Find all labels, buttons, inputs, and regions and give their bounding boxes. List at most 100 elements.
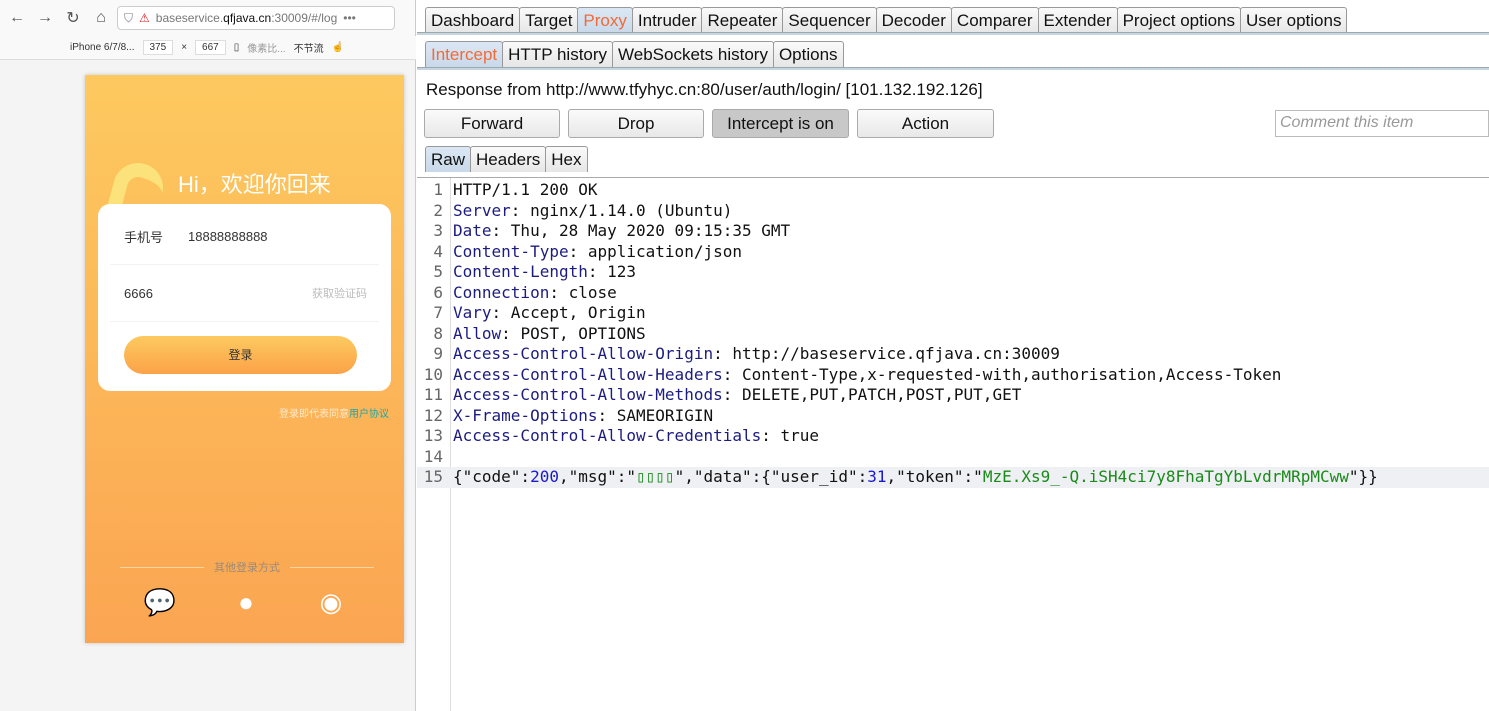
browser-window: ← → ↻ ⌂ ⛉ ⚠ baseservice.qfjava.cn:30009/… (0, 0, 416, 711)
back-icon[interactable]: ← (6, 9, 28, 27)
line-number: 12 (423, 405, 443, 425)
header-value: 123 (607, 262, 637, 281)
header-value: application/json (587, 241, 742, 261)
line-number: 7 (433, 303, 443, 322)
weibo-icon[interactable]: ◉ (314, 587, 348, 617)
insecure-lock-icon: ⚠ (139, 11, 150, 25)
agree-label: 登录即代表同意 (279, 409, 349, 420)
header-name: Connection (453, 282, 550, 302)
code-line: 14 (417, 447, 1489, 468)
code-line: 10 Access-Control-Allow-Headers: Content-… (417, 365, 1489, 386)
header-value: DELETE,PUT,PATCH,POST,PUT,GET (741, 385, 1022, 404)
tab-target[interactable]: Target (519, 7, 579, 33)
more-icon[interactable]: ••• (343, 11, 356, 25)
login-card: 手机号 18888888888 6666 获取验证码 登录 (98, 204, 391, 391)
line-number: 3 (433, 221, 443, 240)
header-name: Vary (453, 303, 492, 322)
code-line: 12 X-Frame-Options: SAMEORIGIN (417, 406, 1489, 427)
rotate-icon[interactable]: ▯ (234, 42, 240, 53)
response-from: Response from http://www.tfyhyc.cn:80/us… (426, 80, 983, 99)
phone-row[interactable]: 手机号 18888888888 (110, 208, 379, 265)
action-button[interactable]: Action (857, 109, 994, 138)
json-msg: ▯▯▯▯ (636, 467, 675, 486)
tab-user-options[interactable]: User options (1240, 7, 1348, 33)
code-line: 7 Vary: Accept, Origin (417, 303, 1489, 324)
home-icon[interactable]: ⌂ (90, 9, 112, 27)
json-user-id: 31 (867, 467, 887, 486)
qq-icon[interactable]: ● (229, 587, 263, 617)
code-input[interactable]: 6666 (124, 286, 312, 301)
code-line: 15 {"code":200,"msg":"▯▯▯▯","data":{"user… (417, 467, 1489, 488)
url-path: :30009/#/log (271, 11, 338, 25)
comment-input[interactable]: Comment this item (1275, 110, 1489, 137)
tab-project-options[interactable]: Project options (1116, 7, 1242, 33)
phone-viewport: Hi，欢迎你回来 手机号 18888888888 6666 获取验证码 登录 登… (85, 75, 404, 643)
url-bar[interactable]: ⛉ ⚠ baseservice.qfjava.cn:30009/#/log ••… (117, 6, 395, 30)
throttle-select[interactable]: 不节流 (294, 40, 324, 55)
reload-icon[interactable]: ↻ (62, 8, 84, 28)
tab-http-history[interactable]: HTTP history (502, 41, 614, 67)
header-name: Server (453, 200, 511, 220)
tab-extender[interactable]: Extender (1037, 7, 1118, 33)
code-line: 6 Connection: close (417, 283, 1489, 304)
get-code-button[interactable]: 获取验证码 (312, 285, 379, 301)
json-token: MzE.Xs9_-Q.iSH4ci7y8FhaTgYbLvdrMRpMCww (982, 467, 1349, 486)
header-value: Content-Type,x-requested-with,authorisat… (741, 364, 1282, 384)
header-value: http://baseservice.qfjava.cn:30009 (732, 344, 1060, 363)
line-number: 15 (423, 467, 443, 486)
tab-hex[interactable]: Hex (545, 146, 588, 172)
dpr-select[interactable]: 像素比... (247, 40, 285, 55)
header-value: SAMEORIGIN (616, 405, 714, 425)
tab-sequencer[interactable]: Sequencer (782, 7, 877, 33)
tab-dashboard[interactable]: Dashboard (425, 7, 521, 33)
tab-intercept[interactable]: Intercept (425, 41, 504, 67)
tab-options[interactable]: Options (772, 41, 844, 67)
tab-proxy[interactable]: Proxy (577, 7, 633, 33)
device-select[interactable]: iPhone 6/7/8... (70, 42, 135, 53)
line-number: 14 (423, 446, 443, 466)
header-value: Accept, Origin (510, 303, 646, 322)
code-row[interactable]: 6666 获取验证码 (110, 265, 379, 322)
height-input[interactable]: 667 (195, 40, 226, 55)
url-domain: qfjava.cn (223, 11, 272, 25)
json-code: 200 (530, 467, 559, 486)
line-number: 11 (423, 385, 443, 404)
code-line: 5 Content-Length: 123 (417, 262, 1489, 283)
code-line: 11 Access-Control-Allow-Methods: DELETE,P… (417, 385, 1489, 406)
header-name: Access-Control-Allow-Methods (453, 385, 723, 404)
touch-icon[interactable]: ☝ (332, 42, 344, 53)
other-login-label: 其他登录方式 (214, 562, 280, 574)
login-button[interactable]: 登录 (124, 336, 357, 374)
agreement-text: 登录即代表同意用户协议 (279, 405, 389, 420)
line-number: 13 (423, 426, 443, 445)
header-name: X-Frame-Options (453, 405, 598, 425)
wechat-icon[interactable]: 💬 (143, 587, 177, 617)
header-value: close (568, 282, 617, 302)
tab-decoder[interactable]: Decoder (875, 7, 952, 33)
greeting: Hi，欢迎你回来 (178, 172, 331, 197)
line-number: 8 (433, 323, 443, 343)
width-input[interactable]: 375 (142, 40, 174, 55)
forward-icon[interactable]: → (34, 9, 56, 27)
code-line: 13 Access-Control-Allow-Credentials: true (417, 426, 1489, 447)
drop-button[interactable]: Drop (568, 109, 704, 138)
agreement-link[interactable]: 用户协议 (349, 409, 389, 420)
code-line: 9 Access-Control-Allow-Origin: http://bas… (417, 344, 1489, 365)
response-editor[interactable]: 1 HTTP/1.1 200 OK 2 Server: nginx/1.14.0 (U… (417, 177, 1489, 711)
tab-intruder[interactable]: Intruder (631, 7, 703, 33)
forward-button[interactable]: Forward (424, 109, 560, 138)
tab-headers[interactable]: Headers (470, 146, 547, 172)
header-value: nginx/1.14.0 (Ubuntu) (530, 200, 733, 220)
tab-repeater[interactable]: Repeater (701, 7, 784, 33)
other-login: 其他登录方式 (120, 559, 374, 575)
intercept-toggle[interactable]: Intercept is on (712, 109, 849, 138)
header-name: Date (453, 221, 492, 240)
line-number: 6 (433, 282, 443, 302)
url-host: baseservice. (155, 11, 224, 25)
tab-websockets-history[interactable]: WebSockets history (612, 41, 774, 67)
tab-raw[interactable]: Raw (425, 146, 472, 172)
header-name: Access-Control-Allow-Origin (453, 344, 714, 363)
tab-comparer[interactable]: Comparer (950, 7, 1039, 33)
phone-input[interactable]: 18888888888 (188, 229, 268, 244)
code-line: 1 HTTP/1.1 200 OK (417, 180, 1489, 201)
